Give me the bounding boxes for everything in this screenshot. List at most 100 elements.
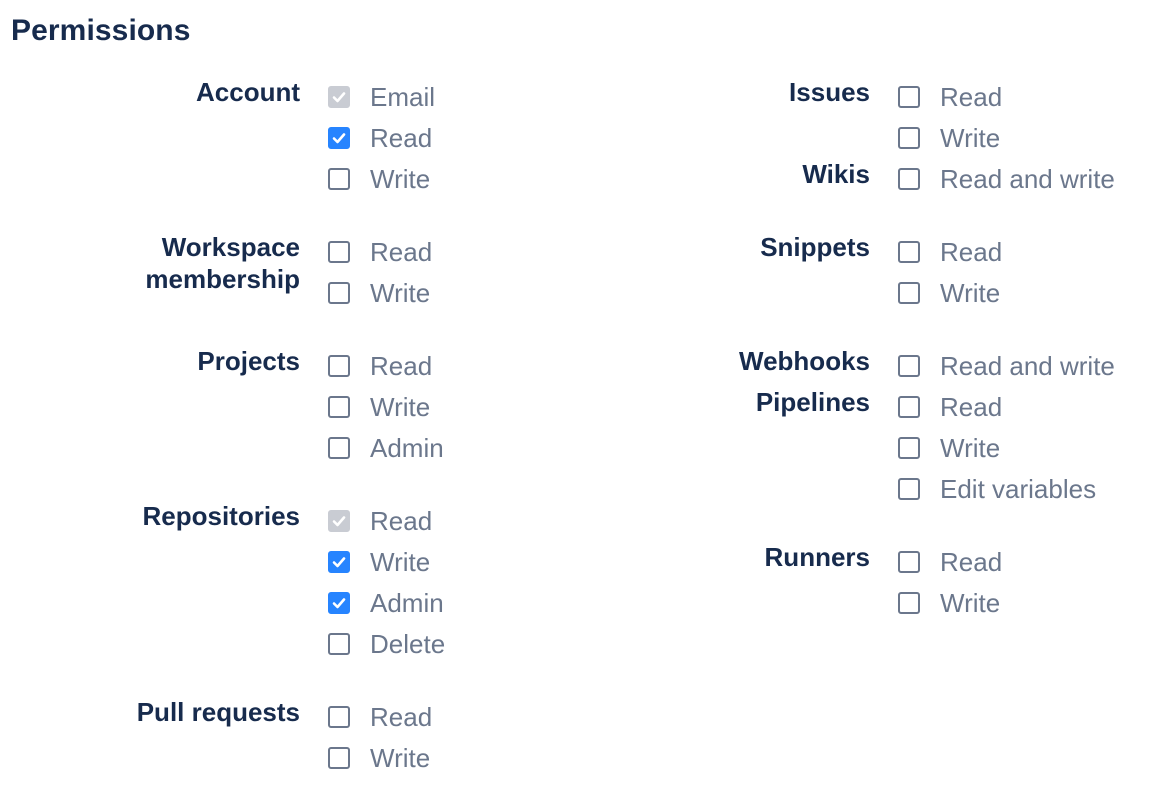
workspace-membership-write-checkbox[interactable]: [328, 281, 350, 304]
pull-requests-write-checkbox[interactable]: [328, 746, 350, 769]
pipelines-read-checkbox[interactable]: [898, 395, 920, 418]
pipelines-read-option[interactable]: Read: [898, 386, 1096, 427]
permission-options: Read Write: [898, 76, 1002, 158]
permission-options: Read Write: [898, 231, 1002, 313]
page-title: Permissions: [11, 14, 191, 47]
runners-write-checkbox[interactable]: [898, 591, 920, 614]
permission-options: Read Write Admin: [328, 345, 444, 468]
repositories-delete-option[interactable]: Delete: [328, 623, 445, 664]
snippets-write-checkbox[interactable]: [898, 281, 920, 304]
permission-options: Read Write Admin Delete: [328, 500, 445, 664]
permission-group-label-box: Repositories: [0, 500, 301, 532]
pipelines-write-option[interactable]: Write: [898, 427, 1096, 468]
option-label: Write: [370, 742, 431, 773]
option-label: Write: [940, 587, 1001, 618]
option-label: Read: [940, 546, 1003, 577]
projects-admin-option[interactable]: Admin: [328, 427, 444, 468]
option-label: Read: [370, 236, 433, 267]
wikis-read-and-write-checkbox[interactable]: [898, 167, 920, 190]
option-label: Read: [370, 122, 433, 153]
permission-group-wikis: Wikis Read and write: [570, 158, 1170, 199]
checkmark-icon: [332, 597, 346, 608]
permission-group-label-box: Account: [0, 76, 300, 108]
option-label: Read: [940, 81, 1003, 112]
pipelines-edit-variables-option[interactable]: Edit variables: [898, 468, 1096, 509]
projects-read-checkbox[interactable]: [328, 354, 350, 377]
option-label: Write: [370, 546, 431, 577]
issues-write-option[interactable]: Write: [898, 117, 1002, 158]
option-label: Write: [370, 277, 431, 308]
option-label: Read: [370, 350, 433, 381]
permission-group-account: Account Email Read Write: [0, 76, 560, 199]
snippets-write-option[interactable]: Write: [898, 272, 1002, 313]
option-label: Read: [940, 391, 1003, 422]
permission-group-pull-requests: Pull requests Read Write: [0, 696, 560, 778]
permission-group-label: Runners: [764, 542, 870, 572]
account-write-checkbox[interactable]: [328, 167, 350, 190]
permission-group-projects: Projects Read Write Admin: [0, 345, 560, 468]
projects-write-option[interactable]: Write: [328, 386, 444, 427]
account-read-option[interactable]: Read: [328, 117, 435, 158]
repositories-write-checkbox[interactable]: [328, 550, 350, 573]
option-label: Admin: [370, 432, 444, 463]
account-email-option: Email: [328, 76, 435, 117]
permission-group-label-box: Webhooks: [570, 345, 870, 377]
checkmark-icon: [332, 556, 346, 567]
repositories-read-option: Read: [328, 500, 445, 541]
permissions-left-column: Account Email Read Write Workspace membershi…: [0, 76, 560, 778]
permission-group-label-box: Pipelines: [570, 386, 870, 418]
option-label: Admin: [370, 587, 444, 618]
permission-group-label-box: Snippets: [570, 231, 870, 263]
permission-group-label: Pull requests: [136, 697, 300, 727]
permission-group-label: Account: [196, 77, 300, 107]
webhooks-read-and-write-checkbox[interactable]: [898, 354, 920, 377]
workspace-membership-read-option[interactable]: Read: [328, 231, 432, 272]
option-label: Email: [370, 81, 436, 112]
repositories-admin-checkbox[interactable]: [328, 591, 350, 614]
permission-group-label-box: Runners: [570, 541, 870, 573]
pull-requests-read-option[interactable]: Read: [328, 696, 432, 737]
permission-group-label-box: Workspace membership: [0, 231, 300, 295]
account-email-checkbox: [328, 85, 350, 108]
option-label: Write: [370, 391, 431, 422]
projects-admin-checkbox[interactable]: [328, 436, 350, 459]
pipelines-write-checkbox[interactable]: [898, 436, 920, 459]
permission-group-label: Issues: [789, 77, 870, 107]
issues-read-option[interactable]: Read: [898, 76, 1002, 117]
runners-read-option[interactable]: Read: [898, 541, 1002, 582]
repositories-write-option[interactable]: Write: [328, 541, 445, 582]
issues-write-checkbox[interactable]: [898, 126, 920, 149]
workspace-membership-write-option[interactable]: Write: [328, 272, 432, 313]
snippets-read-checkbox[interactable]: [898, 240, 920, 263]
option-label: Edit variables: [940, 473, 1097, 504]
repositories-delete-checkbox[interactable]: [328, 632, 350, 655]
checkmark-icon: [332, 132, 346, 143]
permission-group-webhooks: Webhooks Read and write: [570, 345, 1170, 386]
permission-group-issues: Issues Read Write: [570, 76, 1170, 158]
pull-requests-write-option[interactable]: Write: [328, 737, 432, 778]
webhooks-read-and-write-option[interactable]: Read and write: [898, 345, 1115, 386]
issues-read-checkbox[interactable]: [898, 85, 920, 108]
permission-options: Read Write: [328, 231, 432, 313]
permission-group-snippets: Snippets Read Write: [570, 231, 1170, 313]
permission-options: Read and write: [898, 345, 1115, 386]
permission-group-label-box: Pull requests: [0, 696, 300, 728]
permission-group-runners: Runners Read Write: [570, 541, 1170, 623]
runners-write-option[interactable]: Write: [898, 582, 1002, 623]
workspace-membership-read-checkbox[interactable]: [328, 240, 350, 263]
account-write-option[interactable]: Write: [328, 158, 435, 199]
snippets-read-option[interactable]: Read: [898, 231, 1002, 272]
projects-write-checkbox[interactable]: [328, 395, 350, 418]
account-read-checkbox[interactable]: [328, 126, 350, 149]
option-label: Read and write: [940, 350, 1115, 381]
runners-read-checkbox[interactable]: [898, 550, 920, 573]
repositories-read-checkbox: [328, 509, 350, 532]
pull-requests-read-checkbox[interactable]: [328, 705, 350, 728]
repositories-admin-option[interactable]: Admin: [328, 582, 445, 623]
projects-read-option[interactable]: Read: [328, 345, 444, 386]
pipelines-edit-variables-checkbox[interactable]: [898, 477, 920, 500]
wikis-read-and-write-option[interactable]: Read and write: [898, 158, 1115, 199]
